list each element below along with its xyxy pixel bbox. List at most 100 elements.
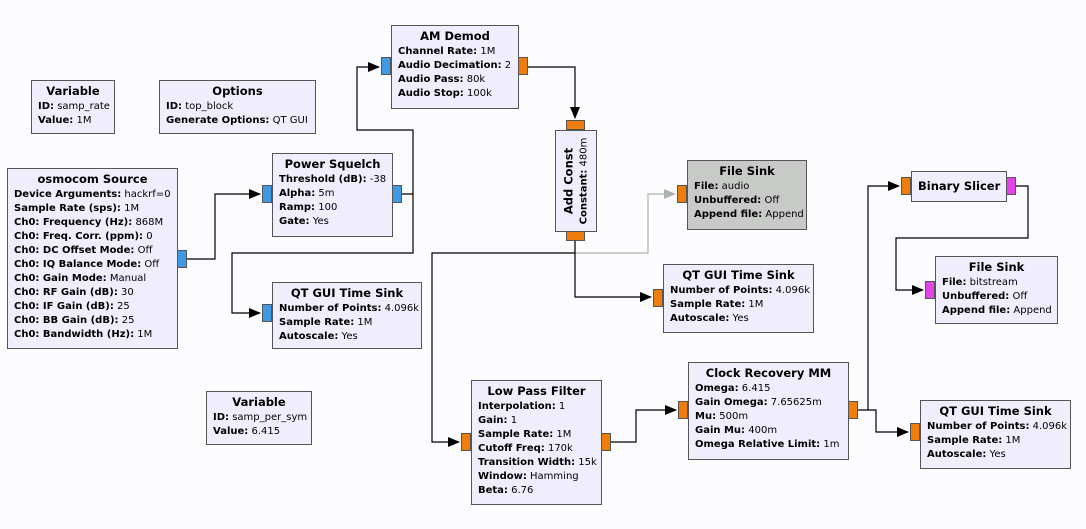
param-key: Unbuffered:: [942, 291, 1010, 302]
param-key: Number of Points:: [927, 421, 1030, 432]
binary-slicer-out-port[interactable]: [1006, 177, 1016, 195]
param-value: Off: [144, 259, 160, 270]
param-key: Transition Width:: [478, 457, 576, 468]
block-param: Gate: Yes: [279, 215, 386, 229]
param-key: Unbuffered:: [694, 195, 762, 206]
param-value: 1M: [137, 329, 153, 340]
block-param: Omega Relative Limit: 1m: [695, 438, 842, 452]
binary-slicer-in-port[interactable]: [901, 177, 911, 195]
param-value: 1M: [357, 317, 373, 328]
add-const-out-port[interactable]: [566, 231, 585, 241]
param-key: Ch0: Bandwidth (Hz):: [14, 329, 135, 340]
block-param: Generate Options: QT GUI: [166, 114, 309, 128]
param-value: audio: [721, 181, 750, 192]
param-key: Audio Decimation:: [398, 60, 502, 71]
block-title: AM Demod: [420, 29, 490, 43]
block-param: File: bitstream: [942, 276, 1051, 290]
param-value: 6.415: [251, 426, 281, 437]
param-value: Yes: [732, 313, 749, 324]
block-low-pass-filter[interactable]: Low Pass Filter Interpolation: 1 Gain: 1 Sa…: [471, 380, 602, 505]
connection-clock-recovery-mm-to-qt-gui-time-sink-3[interactable]: [868, 409, 909, 437]
block-param: Sample Rate: 1M: [670, 298, 807, 312]
param-key: ID:: [38, 101, 55, 112]
block-qt-gui-time-sink-2[interactable]: QT GUI Time Sink Number of Points: 4.096k…: [663, 264, 814, 333]
block-param: Unbuffered: Off: [694, 194, 800, 208]
block-qt-gui-time-sink-1[interactable]: QT GUI Time Sink Number of Points: 4.096k…: [272, 282, 422, 349]
connection-clock-recovery-mm-to-binary-slicer[interactable]: [858, 181, 900, 411]
qt-gui-time-sink-3-in-port[interactable]: [910, 423, 920, 441]
block-param: Ch0: Frequency (Hz): 868M: [14, 216, 171, 230]
power-squelch-out-port[interactable]: [392, 185, 402, 203]
param-key: Window:: [478, 471, 527, 482]
param-key: Autoscale:: [279, 331, 339, 342]
add-const-in-port[interactable]: [566, 120, 585, 130]
param-value: 2: [504, 60, 512, 71]
param-key: Audio Pass:: [398, 74, 464, 85]
block-clock-recovery-mm[interactable]: Clock Recovery MM Omega: 6.415 Gain Omega:…: [688, 362, 849, 460]
param-value: Yes: [341, 331, 358, 342]
param-value: 30: [121, 287, 134, 298]
block-param: Audio Pass: 80k: [398, 73, 512, 87]
qt-gui-time-sink-1-in-port[interactable]: [262, 304, 272, 322]
file-sink-audio-in-port[interactable]: [677, 185, 687, 203]
param-key: Sample Rate:: [279, 317, 355, 328]
block-am-demod[interactable]: AM Demod Channel Rate: 1M Audio Decimation…: [391, 25, 519, 109]
param-key: Append file:: [942, 305, 1011, 316]
block-param: Mu: 500m: [695, 410, 842, 424]
param-value: 170k: [547, 443, 573, 454]
param-key: Autoscale:: [927, 449, 987, 460]
block-file-sink-audio[interactable]: File Sink File: audio Unbuffered: Off Appen…: [687, 160, 807, 230]
param-key: ID:: [213, 412, 230, 423]
param-value: 4.096k: [384, 303, 420, 314]
param-value: Yes: [312, 216, 329, 227]
qt-gui-time-sink-2-in-port[interactable]: [653, 289, 663, 307]
param-value: 1M: [480, 46, 496, 57]
param-value: 1M: [748, 299, 764, 310]
block-title: Variable: [46, 84, 100, 98]
param-key: Ch0: IQ Balance Mode:: [14, 259, 142, 270]
param-key: Mu:: [695, 411, 717, 422]
block-options[interactable]: Options ID: top_block Generate Options: QT…: [159, 80, 316, 134]
block-file-sink-bitstream[interactable]: File Sink File: bitstream Unbuffered: Off A…: [935, 256, 1058, 324]
block-param: Window: Hamming: [478, 470, 595, 484]
file-sink-bitstream-in-port[interactable]: [925, 281, 935, 299]
low-pass-filter-out-port[interactable]: [601, 433, 611, 451]
power-squelch-in-port[interactable]: [262, 185, 272, 203]
connection-osmocom-source-to-power-squelch[interactable]: [187, 189, 261, 260]
param-key: ID:: [166, 101, 183, 112]
block-qt-gui-time-sink-3[interactable]: QT GUI Time Sink Number of Points: 4.096k…: [920, 400, 1071, 469]
am-demod-out-port[interactable]: [518, 57, 528, 75]
connection-low-pass-filter-to-clock-recovery-mm[interactable]: [611, 405, 677, 443]
block-param: Ch0: Bandwidth (Hz): 1M: [14, 328, 171, 342]
param-key: Sample Rate:: [478, 429, 554, 440]
param-key: Append file:: [694, 209, 763, 220]
block-param: ID: samp_per_sym: [213, 411, 307, 425]
am-demod-in-port[interactable]: [381, 57, 391, 75]
low-pass-filter-in-port[interactable]: [461, 433, 471, 451]
block-add-const[interactable]: Add Const Constant: 480m: [555, 130, 597, 232]
block-osmocom-source[interactable]: osmocom Source Device Arguments: hackrf=0…: [7, 168, 178, 349]
param-key: Alpha:: [279, 188, 316, 199]
block-power-squelch[interactable]: Power Squelch Threshold (dB): -38 Alpha: 5…: [272, 153, 393, 237]
param-value: Off: [764, 195, 780, 206]
param-key: Device Arguments:: [14, 189, 122, 200]
osmocom-source-out-port[interactable]: [177, 250, 187, 268]
param-value: 1: [558, 401, 566, 412]
param-value: samp_rate: [57, 101, 110, 112]
block-binary-slicer[interactable]: Binary Slicer: [911, 171, 1007, 202]
clock-recovery-mm-out-port[interactable]: [848, 401, 858, 419]
param-value: 4.096k: [775, 285, 811, 296]
block-title: Clock Recovery MM: [705, 366, 832, 380]
param-value: 480m: [578, 137, 590, 167]
block-variable-samp-rate[interactable]: Variable ID: samp_rate Value: 1M: [31, 80, 115, 134]
connection-add-const-to-qt-gui-time-sink-2[interactable]: [574, 241, 652, 302]
block-param: Autoscale: Yes: [279, 330, 415, 344]
block-variable-samp-per-sym[interactable]: Variable ID: samp_per_sym Value: 6.415: [206, 391, 312, 445]
param-key: Value:: [38, 115, 74, 126]
param-value: top_block: [185, 101, 234, 112]
block-title: Variable: [232, 395, 286, 409]
block-param: Audio Decimation: 2: [398, 59, 512, 73]
block-param: Cutoff Freq: 170k: [478, 442, 595, 456]
connection-am-demod-to-add-const[interactable]: [528, 66, 580, 119]
clock-recovery-mm-in-port[interactable]: [678, 401, 688, 419]
